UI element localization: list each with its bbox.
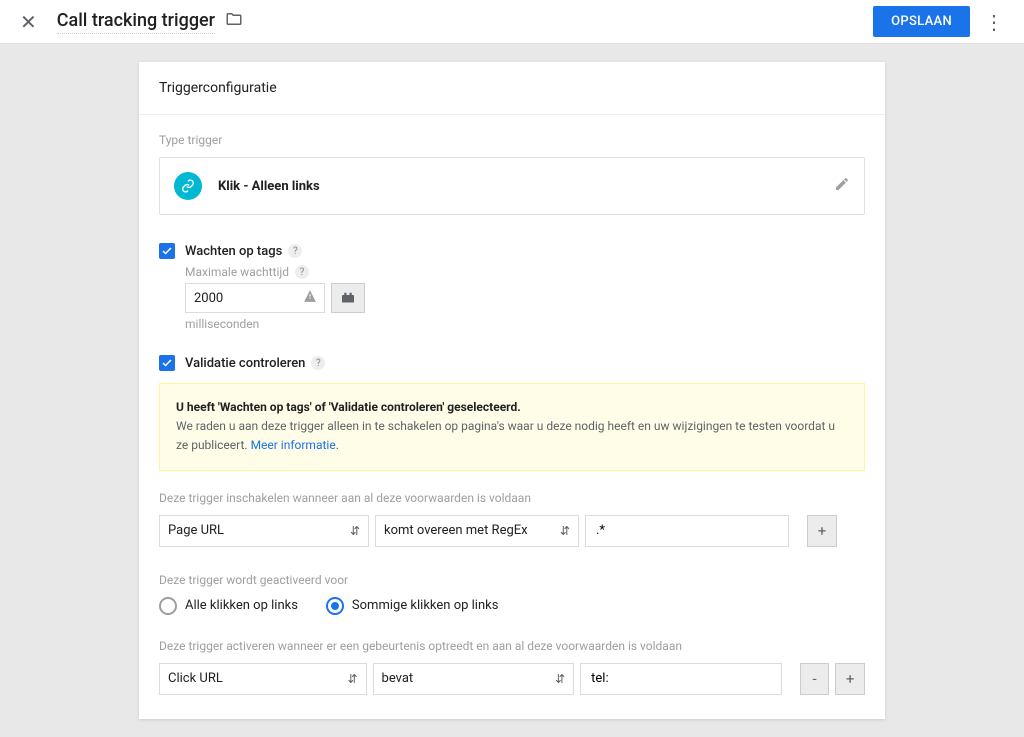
validation-warning: U heeft 'Wachten op tags' of 'Validatie … bbox=[159, 383, 865, 471]
wait-for-tags-checkbox[interactable] bbox=[159, 243, 175, 259]
close-icon[interactable]: ✕ bbox=[12, 2, 45, 42]
caret-icon: ⇵ bbox=[560, 524, 570, 538]
fire-variable-select[interactable]: Click URL⇵ bbox=[159, 663, 367, 695]
caret-icon: ⇵ bbox=[350, 524, 360, 538]
trigger-type-name: Klik - Alleen links bbox=[218, 179, 320, 194]
radio-some-link-clicks[interactable]: Sommige klikken op links bbox=[326, 597, 499, 615]
enable-variable-select[interactable]: Page URL⇵ bbox=[159, 515, 369, 547]
fires-on-radio-group: Alle klikken op links Sommige klikken op… bbox=[159, 597, 865, 615]
more-menu-icon[interactable]: ⋮ bbox=[976, 2, 1012, 42]
warning-more-info-link[interactable]: Meer informatie bbox=[251, 438, 336, 452]
max-wait-time-label: Maximale wachttijd bbox=[185, 265, 289, 279]
edit-trigger-icon[interactable] bbox=[834, 176, 850, 196]
radio-all-link-clicks[interactable]: Alle klikken op links bbox=[159, 597, 298, 615]
fire-condition-label: Deze trigger activeren wanneer er een ge… bbox=[159, 639, 865, 653]
fire-value-input[interactable] bbox=[580, 663, 782, 695]
enable-condition-row: Page URL⇵ komt overeen met RegEx⇵ + bbox=[159, 515, 865, 547]
folder-icon[interactable] bbox=[225, 10, 243, 33]
check-validation-label: Validatie controleren bbox=[185, 356, 305, 371]
link-click-icon bbox=[174, 172, 202, 200]
caret-icon: ⇵ bbox=[347, 672, 357, 686]
fire-condition-add-button[interactable]: + bbox=[835, 663, 865, 695]
panel-title: Triggerconfiguratie bbox=[139, 62, 885, 115]
fires-on-label: Deze trigger wordt geactiveerd voor bbox=[159, 573, 865, 587]
wait-for-tags-row: Wachten op tags ? bbox=[159, 243, 865, 259]
fire-condition-row: Click URL⇵ bevat⇵ - + bbox=[159, 663, 865, 695]
variable-picker-button[interactable] bbox=[331, 283, 365, 313]
warning-heading: U heeft 'Wachten op tags' of 'Validatie … bbox=[176, 400, 521, 414]
check-validation-checkbox[interactable] bbox=[159, 355, 175, 371]
check-validation-row: Validatie controleren ? bbox=[159, 355, 865, 371]
canvas: Triggerconfiguratie Type trigger Klik - … bbox=[0, 44, 1024, 737]
page-title[interactable]: Call tracking trigger bbox=[57, 10, 215, 34]
trigger-type-row[interactable]: Klik - Alleen links bbox=[159, 157, 865, 215]
input-warning-icon bbox=[303, 289, 317, 307]
max-wait-time-unit: milliseconden bbox=[185, 317, 865, 331]
enable-condition-add-button[interactable]: + bbox=[807, 515, 837, 547]
fire-operator-select[interactable]: bevat⇵ bbox=[373, 663, 575, 695]
caret-icon: ⇵ bbox=[555, 672, 565, 686]
fire-condition-remove-button[interactable]: - bbox=[800, 663, 830, 695]
enable-operator-select[interactable]: komt overeen met RegEx⇵ bbox=[375, 515, 579, 547]
trigger-config-panel: Triggerconfiguratie Type trigger Klik - … bbox=[139, 62, 885, 719]
enable-value-input[interactable] bbox=[585, 515, 789, 547]
check-validation-help-icon[interactable]: ? bbox=[311, 356, 325, 370]
wait-for-tags-help-icon[interactable]: ? bbox=[288, 244, 302, 258]
top-bar: ✕ Call tracking trigger OPSLAAN ⋮ bbox=[0, 0, 1024, 44]
max-wait-time-help-icon[interactable]: ? bbox=[295, 265, 309, 279]
save-button[interactable]: OPSLAAN bbox=[873, 6, 970, 37]
enable-condition-label: Deze trigger inschakelen wanneer aan al … bbox=[159, 491, 865, 505]
wait-for-tags-label: Wachten op tags bbox=[185, 244, 282, 259]
type-trigger-label: Type trigger bbox=[159, 133, 865, 147]
